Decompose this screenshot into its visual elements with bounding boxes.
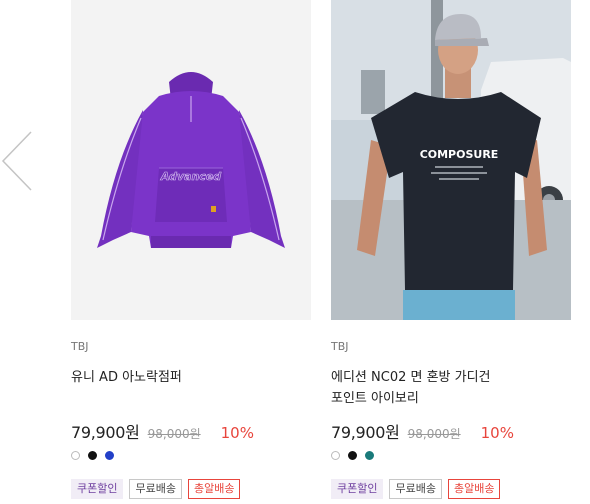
- product-title[interactable]: 유니 AD 아노락점퍼: [71, 367, 311, 409]
- badge-row: 쿠폰할인 무료배송 총알배송: [71, 479, 311, 499]
- product-card[interactable]: COMPOSURE TBJ 에디션 NC02 면 혼방 가디건 포인트 아이보리…: [331, 0, 571, 499]
- color-swatches: [71, 451, 311, 463]
- sale-price: 79,900원: [331, 423, 400, 442]
- product-image[interactable]: Advanced: [71, 0, 311, 320]
- price-row: 79,900원 98,000원 10%: [331, 419, 571, 442]
- color-swatch[interactable]: [71, 451, 80, 460]
- product-brand: TBJ: [331, 340, 349, 353]
- coupon-badge: 쿠폰할인: [331, 479, 384, 499]
- model-tshirt-image: COMPOSURE: [331, 0, 571, 320]
- original-price: 98,000원: [407, 427, 461, 441]
- express-shipping-badge: 총알배송: [447, 479, 501, 499]
- color-swatch[interactable]: [348, 451, 357, 460]
- tshirt-print-text: COMPOSURE: [420, 148, 499, 161]
- sale-price: 79,900원: [71, 423, 140, 442]
- product-card[interactable]: Advanced TBJ 유니 AD 아노락점퍼 79,900원 98,000원…: [71, 0, 311, 499]
- color-swatch[interactable]: [365, 451, 374, 460]
- product-brand: TBJ: [71, 340, 89, 353]
- product-image[interactable]: COMPOSURE: [331, 0, 571, 320]
- jacket-print-text: Advanced: [160, 170, 221, 183]
- chevron-left-icon: [1, 131, 32, 191]
- product-title[interactable]: 에디션 NC02 면 혼방 가디건 포인트 아이보리: [331, 367, 571, 409]
- color-swatch[interactable]: [105, 451, 114, 460]
- badge-row: 쿠폰할인 무료배송 총알배송: [331, 479, 571, 499]
- color-swatch[interactable]: [88, 451, 97, 460]
- discount-rate: 10%: [480, 424, 514, 442]
- color-swatch[interactable]: [331, 451, 340, 460]
- color-swatches: [331, 451, 571, 463]
- discount-rate: 10%: [220, 424, 254, 442]
- price-row: 79,900원 98,000원 10%: [71, 419, 311, 442]
- product-title-line: 포인트 아이보리: [331, 391, 419, 406]
- free-shipping-badge: 무료배송: [389, 479, 442, 499]
- product-title-line: 에디션 NC02 면 혼방 가디건: [331, 370, 491, 385]
- product-title-line: 유니 AD 아노락점퍼: [71, 370, 182, 385]
- express-shipping-badge: 총알배송: [187, 479, 241, 499]
- original-price: 98,000원: [147, 427, 201, 441]
- free-shipping-badge: 무료배송: [129, 479, 182, 499]
- anorak-jacket-image: Advanced: [71, 0, 311, 320]
- carousel-prev-button[interactable]: [0, 130, 34, 192]
- coupon-badge: 쿠폰할인: [71, 479, 124, 499]
